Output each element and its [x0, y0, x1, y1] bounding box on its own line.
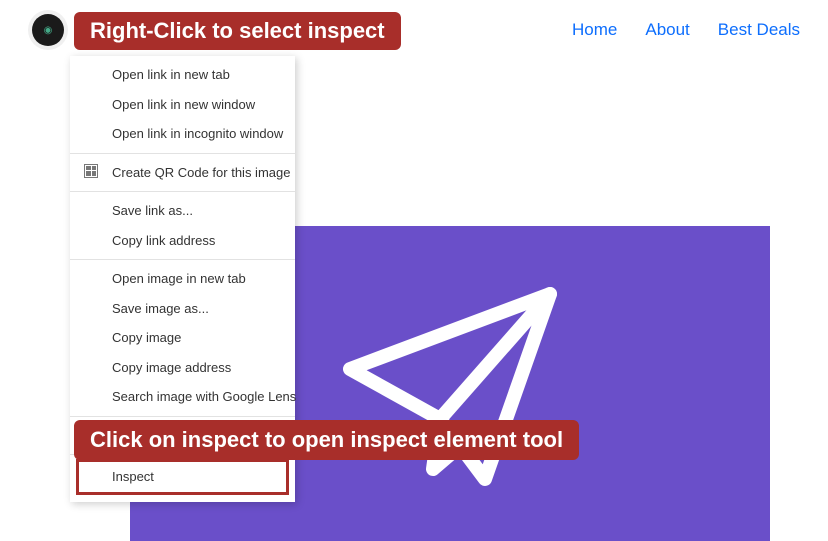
main-nav: Home About Best Deals [572, 20, 800, 40]
nav-best-deals[interactable]: Best Deals [718, 20, 800, 40]
logo-area: ◉ [28, 10, 68, 50]
menu-separator [70, 416, 295, 417]
nav-home[interactable]: Home [572, 20, 617, 40]
menu-open-image-new-tab[interactable]: Open image in new tab [70, 264, 295, 294]
annotation-callout-bottom: Click on inspect to open inspect element… [74, 420, 579, 460]
menu-inspect[interactable]: Inspect [76, 459, 289, 495]
annotation-callout-top: Right-Click to select inspect [74, 12, 401, 50]
menu-save-image-as[interactable]: Save image as... [70, 294, 295, 324]
menu-copy-image-address[interactable]: Copy image address [70, 353, 295, 383]
menu-create-qr-label: Create QR Code for this image [112, 165, 290, 180]
paper-plane-icon [320, 254, 580, 514]
logo-icon: ◉ [32, 14, 64, 46]
menu-open-link-new-window[interactable]: Open link in new window [70, 90, 295, 120]
logo[interactable]: ◉ [28, 10, 68, 50]
menu-copy-link-address[interactable]: Copy link address [70, 226, 295, 256]
menu-create-qr[interactable]: Create QR Code for this image [70, 158, 295, 188]
menu-copy-image[interactable]: Copy image [70, 323, 295, 353]
menu-separator [70, 153, 295, 154]
menu-separator [70, 191, 295, 192]
qr-icon [84, 164, 98, 178]
menu-open-link-incognito[interactable]: Open link in incognito window [70, 119, 295, 149]
menu-search-google-lens[interactable]: Search image with Google Lens [70, 382, 295, 412]
menu-separator [70, 259, 295, 260]
menu-save-link-as[interactable]: Save link as... [70, 196, 295, 226]
nav-about[interactable]: About [645, 20, 689, 40]
menu-open-link-new-tab[interactable]: Open link in new tab [70, 60, 295, 90]
